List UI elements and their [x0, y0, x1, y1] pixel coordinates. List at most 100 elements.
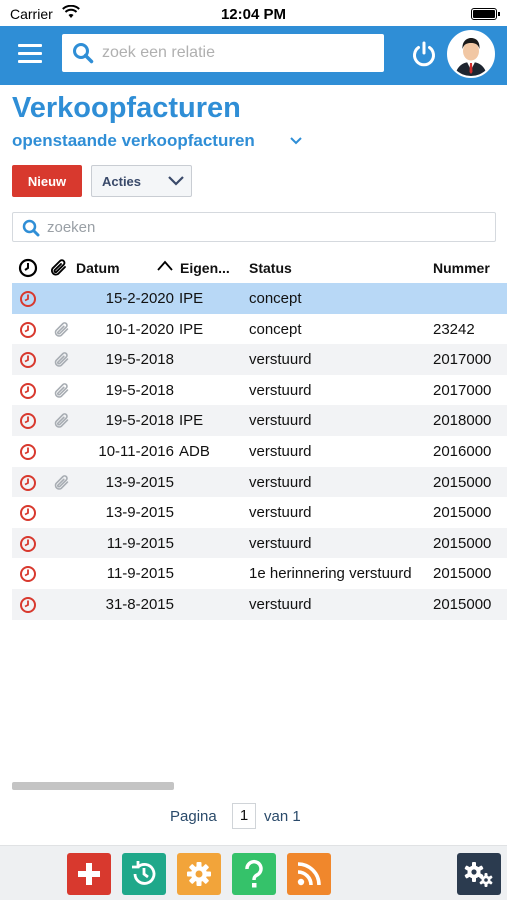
- battery-icon: [471, 8, 500, 20]
- rss-button[interactable]: [287, 853, 331, 895]
- status-clock-icon: [19, 351, 37, 373]
- user-avatar-icon: [449, 32, 493, 76]
- table-row[interactable]: 11-9-2015 1e herinnering verstuurd 2015000: [12, 558, 507, 589]
- cell-date: 10-1-2020: [105, 320, 174, 338]
- cell-number: 2016000: [433, 442, 492, 460]
- settings-button[interactable]: [177, 853, 221, 895]
- cell-date: 31-8-2015: [105, 595, 174, 613]
- status-clock-icon: [19, 412, 37, 434]
- cell-number: 2018000: [433, 412, 492, 430]
- status-clock-icon: [19, 290, 37, 312]
- cell-status: verstuurd: [249, 412, 312, 430]
- cell-status: verstuurd: [249, 381, 312, 399]
- cell-status: verstuurd: [249, 351, 312, 369]
- table-row[interactable]: 13-9-2015 verstuurd 2015000: [12, 497, 507, 528]
- filter-box: [12, 212, 496, 242]
- clock-time: 12:04 PM: [220, 6, 287, 23]
- page-number-input[interactable]: 1: [232, 803, 256, 829]
- cell-owner: IPE: [179, 320, 204, 338]
- view-selector-label: openstaande verkoopfacturen: [12, 131, 255, 150]
- cell-status: verstuurd: [249, 534, 312, 552]
- page-label: Pagina: [170, 808, 217, 825]
- cell-number: 2015000: [433, 595, 492, 613]
- chevron-down-icon: [168, 176, 184, 186]
- relation-search-input[interactable]: [102, 34, 377, 72]
- filter-input[interactable]: [47, 213, 487, 241]
- cell-number: 2015000: [433, 534, 492, 552]
- status-clock-icon: [19, 443, 37, 465]
- settings-gears-icon: [464, 862, 493, 887]
- table-row[interactable]: 31-8-2015 verstuurd 2015000: [12, 588, 507, 620]
- cell-owner: IPE: [179, 290, 204, 307]
- sort-up-icon[interactable]: [156, 258, 174, 275]
- menu-icon[interactable]: [18, 44, 42, 64]
- status-clock-icon: [19, 474, 37, 496]
- table-header: Datum Eigen... Status Nummer: [12, 253, 507, 283]
- status-clock-icon: [19, 321, 37, 343]
- cell-date: 19-5-2018: [105, 351, 174, 369]
- pagination: Pagina 1 van 1: [0, 803, 507, 829]
- cell-status: concept: [249, 320, 302, 338]
- status-clock-icon: [19, 565, 37, 587]
- cell-status: 1e herinnering verstuurd: [249, 565, 412, 583]
- page-total-label: van 1: [264, 808, 301, 825]
- table-row[interactable]: 19-5-2018 IPE verstuurd 2018000: [12, 405, 507, 436]
- status-clock-column-icon[interactable]: [18, 258, 38, 281]
- cell-date: 19-5-2018: [105, 381, 174, 399]
- cell-status: concept: [249, 290, 302, 307]
- help-button[interactable]: [232, 853, 276, 895]
- table-row[interactable]: 10-11-2016 ADB verstuurd 2016000: [12, 436, 507, 467]
- table-row[interactable]: 19-5-2018 verstuurd 2017000: [12, 375, 507, 406]
- invoice-table: 15-2-2020 IPE concept 10-1-2020 IPE concept 23…: [12, 283, 507, 620]
- cell-number: 2015000: [433, 565, 492, 583]
- cell-owner: IPE: [179, 412, 204, 430]
- status-clock-icon: [19, 504, 37, 526]
- column-number[interactable]: Nummer: [433, 260, 490, 276]
- actions-label: Acties: [102, 173, 142, 189]
- cell-number: 2015000: [433, 473, 492, 491]
- cell-owner: ADB: [179, 442, 210, 460]
- status-bar: Carrier 12:04 PM: [0, 0, 507, 26]
- table-row[interactable]: 10-1-2020 IPE concept 23242: [12, 314, 507, 345]
- top-bar: [0, 26, 507, 85]
- table-row[interactable]: 13-9-2015 verstuurd 2015000: [12, 466, 507, 498]
- gear-icon: [187, 862, 211, 886]
- cell-date: 10-11-2016: [98, 442, 174, 460]
- power-icon[interactable]: [410, 40, 438, 68]
- cell-number: 2015000: [433, 504, 492, 522]
- new-button[interactable]: Nieuw: [12, 165, 82, 197]
- status-clock-icon: [19, 535, 37, 557]
- column-date[interactable]: Datum: [76, 260, 120, 276]
- cell-date: 19-5-2018: [105, 412, 174, 430]
- attachment-column-icon[interactable]: [48, 257, 70, 282]
- add-button[interactable]: [67, 853, 111, 895]
- plus-icon: [78, 863, 100, 885]
- app-settings-button[interactable]: [457, 853, 501, 895]
- table-row[interactable]: 19-5-2018 verstuurd 2017000: [12, 344, 507, 375]
- rss-icon: [297, 862, 321, 886]
- help-icon: [245, 859, 263, 888]
- bottom-toolbar: [0, 845, 507, 900]
- column-status[interactable]: Status: [249, 260, 292, 276]
- history-button[interactable]: [122, 853, 166, 895]
- cell-number: 2017000: [433, 381, 492, 399]
- view-selector[interactable]: openstaande verkoopfacturen: [12, 131, 302, 151]
- cell-date: 13-9-2015: [105, 504, 174, 522]
- cell-status: verstuurd: [249, 442, 312, 460]
- status-clock-icon: [19, 382, 37, 404]
- horizontal-scrollbar[interactable]: [12, 782, 174, 790]
- chevron-down-icon: [290, 137, 302, 145]
- cell-date: 15-2-2020: [105, 290, 174, 307]
- avatar[interactable]: [447, 30, 495, 78]
- table-row[interactable]: 15-2-2020 IPE concept: [12, 283, 507, 314]
- search-icon: [22, 219, 40, 237]
- column-owner[interactable]: Eigen...: [180, 260, 230, 276]
- cell-status: verstuurd: [249, 595, 312, 613]
- cell-status: verstuurd: [249, 473, 312, 491]
- history-icon: [132, 861, 156, 885]
- actions-dropdown[interactable]: Acties: [91, 165, 192, 197]
- cell-date: 11-9-2015: [106, 565, 174, 583]
- table-row[interactable]: 11-9-2015 verstuurd 2015000: [12, 527, 507, 559]
- page-title: Verkoopfacturen: [12, 92, 241, 124]
- status-clock-icon: [19, 596, 37, 618]
